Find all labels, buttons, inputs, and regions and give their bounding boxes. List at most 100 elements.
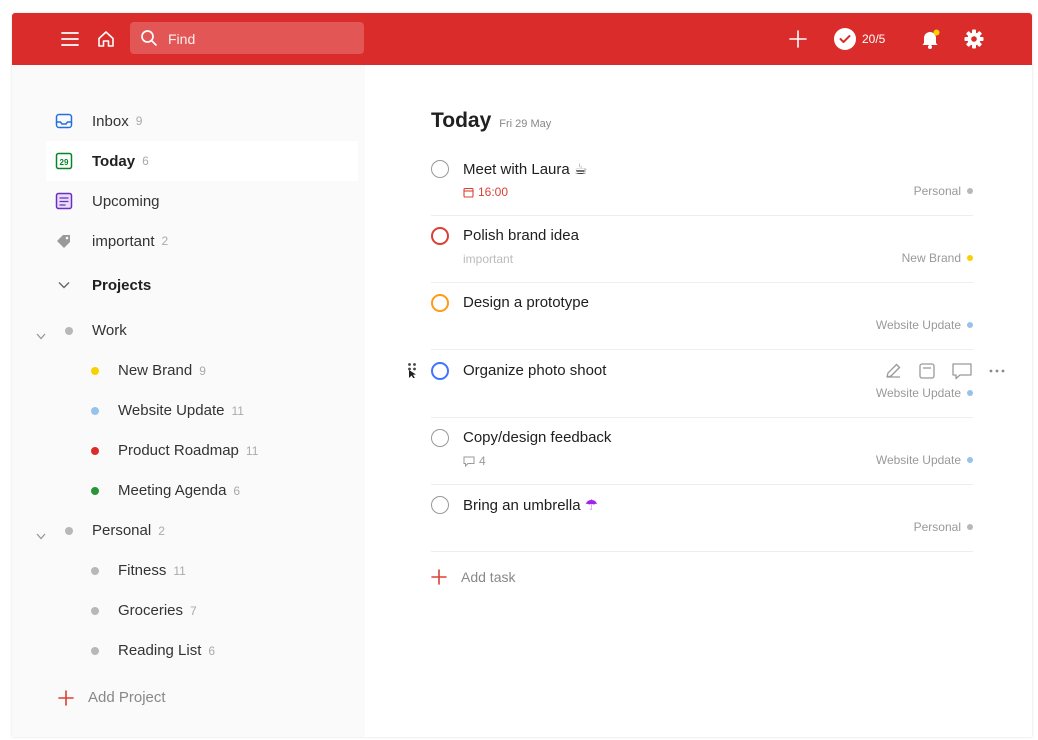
projects-header-label: Projects [92, 276, 152, 294]
task-item[interactable]: Copy/design feedback 4 Website Update [431, 418, 973, 485]
task-item[interactable]: Organize photo shoot Website Update [408, 351, 1005, 418]
task-project-label: Personal [913, 520, 961, 534]
project-color-dot [91, 647, 99, 655]
search-icon [141, 30, 157, 46]
project-item-fitness[interactable]: Fitness 11 [12, 551, 365, 591]
sidebar-item-inbox[interactable]: Inbox 9 [46, 101, 358, 141]
chevron-down-icon[interactable] [36, 527, 46, 544]
project-color-dot [967, 457, 973, 463]
task-name: Copy/design feedback [463, 429, 612, 446]
task-name: Bring an umbrella [463, 497, 581, 514]
task-checkbox[interactable] [431, 362, 449, 380]
project-label: Groceries [118, 602, 184, 619]
sidebar-item-label: Upcoming [92, 192, 160, 210]
task-item[interactable]: Design a prototype Website Update [431, 283, 973, 350]
task-due[interactable]: 16:00 [463, 185, 508, 199]
project-item-website-update[interactable]: Website Update 11 [12, 391, 365, 431]
task-project[interactable]: Website Update [876, 318, 973, 332]
comment-icon[interactable] [951, 361, 973, 381]
chevron-down-icon[interactable] [36, 327, 46, 344]
task-name: Design a prototype [463, 294, 589, 311]
task-name: Meet with Laura [463, 161, 570, 178]
home-icon[interactable] [94, 27, 118, 51]
project-color-dot [91, 567, 99, 575]
sidebar-item-important[interactable]: important 2 [46, 221, 358, 261]
task-project-label: Website Update [875, 453, 961, 467]
item-count: 6 [208, 644, 216, 658]
task-name: Organize photo shoot [463, 362, 607, 379]
project-label: Meeting Agenda [118, 482, 227, 499]
project-group-personal[interactable]: Personal 2 [12, 511, 365, 551]
project-group-work[interactable]: Work [12, 311, 365, 351]
task-project-label: Website Update [875, 386, 961, 400]
quick-add-icon[interactable] [786, 27, 810, 51]
calendar-icon [463, 187, 474, 198]
page-title: Today [431, 109, 492, 132]
add-task-label: Add task [461, 569, 516, 585]
app-window: 20/5 Inbox 9 29 Today 6 Upco [12, 13, 1032, 737]
project-label: Fitness [118, 562, 167, 579]
item-count: 9 [135, 114, 143, 128]
sidebar-item-today[interactable]: 29 Today 6 [46, 141, 358, 181]
project-item-groceries[interactable]: Groceries 7 [12, 591, 365, 631]
plus-icon [58, 689, 74, 706]
project-item-new-brand[interactable]: New Brand 9 [12, 351, 365, 391]
karma-count: 20/5 [862, 32, 886, 46]
add-project-button[interactable]: Add Project [58, 689, 166, 706]
project-label: Work [92, 322, 127, 339]
task-actions [883, 361, 1007, 381]
item-count: 11 [173, 564, 186, 578]
task-label[interactable]: important [463, 252, 513, 266]
svg-text:29: 29 [60, 158, 69, 167]
project-item-product-roadmap[interactable]: Product Roadmap 11 [12, 431, 365, 471]
search-input[interactable] [166, 22, 360, 56]
project-label: Product Roadmap [118, 442, 239, 459]
item-count: 2 [158, 524, 165, 538]
task-checkbox[interactable] [431, 294, 449, 312]
project-item-reading-list[interactable]: Reading List 6 [12, 631, 365, 671]
project-item-meeting-agenda[interactable]: Meeting Agenda 6 [12, 471, 365, 511]
task-project[interactable]: Personal [914, 520, 973, 534]
projects-header[interactable]: Projects [46, 265, 358, 305]
umbrella-emoji: ☂ [584, 497, 599, 514]
add-task-button[interactable]: Add task [431, 569, 515, 585]
task-project[interactable]: New Brand [902, 251, 973, 265]
task-checkbox[interactable] [431, 227, 449, 245]
sidebar-item-upcoming[interactable]: Upcoming [46, 181, 358, 221]
project-color-dot [967, 188, 973, 194]
task-item[interactable]: Polish brand idea important New Brand [431, 216, 973, 283]
item-count: 6 [233, 484, 241, 498]
task-checkbox[interactable] [431, 496, 449, 514]
top-bar: 20/5 [12, 13, 1032, 65]
menu-icon[interactable] [58, 27, 82, 51]
task-project-label: Website Update [875, 318, 961, 332]
schedule-calendar-icon[interactable] [917, 361, 937, 381]
page-header: Today Fri 29 May [431, 109, 551, 133]
sidebar-item-label: important [92, 232, 155, 250]
search-box[interactable] [130, 22, 364, 56]
task-project[interactable]: Website Update [876, 453, 973, 467]
item-count: 9 [199, 364, 206, 378]
project-color-dot [967, 255, 973, 261]
project-color-dot [65, 327, 73, 335]
task-item[interactable]: Meet with Laura ☕ 16:00 Personal [431, 149, 973, 216]
comment-count: 4 [479, 454, 486, 468]
drag-handle-icon[interactable] [407, 362, 417, 383]
calendar-today-icon: 29 [54, 151, 74, 171]
calendar-upcoming-icon [54, 191, 74, 211]
task-checkbox[interactable] [431, 429, 449, 447]
task-item[interactable]: Bring an umbrella ☂ Personal [431, 485, 973, 552]
task-comments[interactable]: 4 [463, 454, 486, 468]
more-options-icon[interactable] [987, 361, 1007, 381]
sidebar-item-label: Inbox [92, 112, 129, 130]
sidebar: Inbox 9 29 Today 6 Upcoming important 2 [12, 65, 365, 737]
edit-pencil-icon[interactable] [883, 361, 903, 381]
task-project[interactable]: Personal [914, 184, 973, 198]
coffee-emoji: ☕ [573, 161, 588, 178]
task-checkbox[interactable] [431, 160, 449, 178]
karma-button[interactable]: 20/5 [834, 27, 885, 51]
project-color-dot [967, 322, 973, 328]
bell-icon[interactable] [918, 27, 942, 51]
settings-gear-icon[interactable] [962, 27, 986, 51]
task-project[interactable]: Website Update [876, 386, 973, 400]
